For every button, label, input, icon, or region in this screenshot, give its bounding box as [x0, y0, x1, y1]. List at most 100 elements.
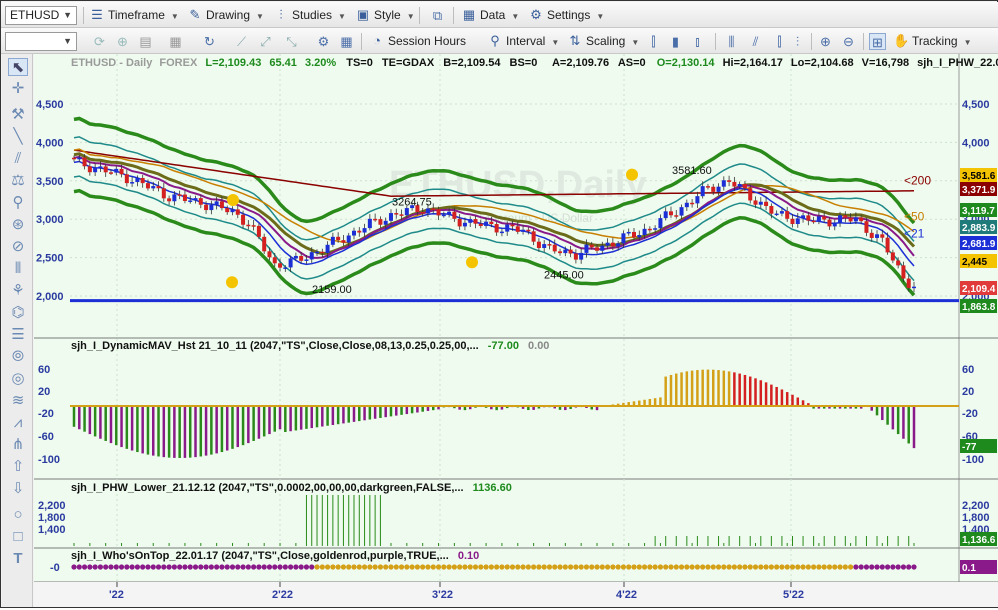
chart-canvas[interactable]: ETHUSD,Daily Ethereum - US Dollar 3264.7…	[34, 54, 998, 607]
horizontal-lines-icon[interactable]: ☰	[8, 326, 28, 344]
drawing-menu[interactable]: ✎ Drawing ▼	[187, 5, 264, 25]
whos-on-top-dot	[108, 564, 114, 570]
wrench-icon[interactable]: ⚒	[8, 106, 28, 124]
layout-icon[interactable]: ⧉	[429, 7, 446, 24]
chevron-down-icon: ▼	[63, 10, 72, 20]
pitchfork-icon[interactable]: ⋔	[8, 436, 28, 454]
candle-body	[151, 186, 156, 189]
cycle-icon[interactable]: ⦾	[8, 348, 28, 366]
candle-chart-icon[interactable]: ▮	[667, 33, 684, 50]
settings-menu[interactable]: ⚙ Settings ▼	[528, 5, 604, 25]
chevron-down-icon: ▼	[511, 12, 520, 21]
whos-on-top-dot	[229, 564, 236, 570]
calendar-icon[interactable]: ▦	[167, 33, 184, 50]
arrow-up-icon[interactable]: ⇧	[8, 458, 28, 476]
regression-icon[interactable]: ⩘	[8, 414, 28, 432]
channel-icon[interactable]: ⫽	[8, 150, 28, 168]
gear-icon: ⚙	[530, 7, 542, 22]
table-icon[interactable]: ▦	[338, 33, 355, 50]
ohlc-icon[interactable]: ⫾	[689, 33, 706, 50]
text-tool-icon[interactable]: T	[8, 550, 28, 568]
price-annotation: 2159.00	[312, 284, 352, 296]
candle-body	[77, 157, 82, 160]
pane1-axis-right: -20	[962, 408, 978, 420]
whos-on-top-dot	[113, 564, 119, 570]
whos-on-top-dot	[81, 564, 88, 570]
whos-on-top-dot	[768, 564, 774, 570]
zoom-in-icon[interactable]: ⊕	[817, 33, 834, 50]
whos-on-top-dot	[879, 564, 885, 570]
bar-chart-icon[interactable]: ⫿	[645, 33, 662, 50]
studies-label: Studies	[292, 8, 333, 22]
candle-body	[431, 208, 436, 210]
whos-on-top-dot	[208, 564, 214, 570]
arrow-down-icon[interactable]: ⇩	[8, 480, 28, 498]
rectangle-icon[interactable]: □	[8, 528, 28, 546]
candle-body	[822, 216, 827, 220]
whos-on-top-dot	[240, 564, 246, 570]
channel-icon[interactable]: ⤡	[283, 33, 300, 50]
trend-icon[interactable]: ⤢	[257, 33, 274, 50]
price-badge-label: 3,119.7	[962, 206, 995, 217]
crosshair-icon[interactable]: ✛	[8, 80, 28, 98]
chart-area[interactable]: ETHUSD,Daily Ethereum - US Dollar 3264.7…	[34, 54, 998, 607]
hollow-candle-icon[interactable]: ⫼	[723, 33, 740, 50]
candle-volume-icon[interactable]: ⫽	[747, 33, 764, 50]
data-menu[interactable]: ▦ Data ▼	[461, 5, 519, 25]
spiral-icon[interactable]: ⌬	[8, 304, 28, 322]
whos-on-top-dot	[245, 564, 251, 570]
interval-button[interactable]: ⚲ Interval ▼	[487, 31, 559, 51]
chart-toolbar: ▼ ⟳ ⊕ ▤ ▦ ↻ ⟋ ⤢ ⤡ ⚙ ▦ ◔ Session Hours ⚲ In…	[1, 28, 998, 54]
line-chart-icon[interactable]: ⫿	[771, 33, 788, 50]
crosshair-icon[interactable]: ⊞	[869, 33, 886, 50]
whos-on-top-dot	[335, 564, 341, 570]
candle-body	[737, 183, 742, 187]
zoom-out-icon[interactable]: ⊖	[840, 33, 857, 50]
price-axis-label-left: 4,500	[36, 99, 64, 111]
candle-body	[552, 244, 557, 252]
gear-icon[interactable]: ⚙	[315, 33, 332, 50]
price-annotation: 3581.60	[672, 165, 712, 177]
arc-icon[interactable]: ◎	[8, 370, 28, 388]
grid-icon[interactable]: ▤	[137, 33, 154, 50]
dot-chart-icon[interactable]: ⫶	[789, 33, 806, 50]
ray-icon[interactable]: ⊘	[8, 238, 28, 256]
chevron-down-icon: ▼	[256, 12, 264, 21]
whos-on-top-dot	[92, 564, 98, 570]
fan-icon[interactable]: ⚲	[8, 194, 28, 212]
chart-input-field[interactable]: ▼	[5, 32, 77, 51]
refresh-icon[interactable]: ↻	[201, 33, 218, 50]
ellipse-icon[interactable]: ○	[8, 506, 28, 524]
cursor-icon[interactable]: ⊕	[114, 33, 131, 50]
wave-icon[interactable]: ≋	[8, 392, 28, 410]
candle-body	[859, 217, 864, 222]
whos-on-top-dot	[150, 564, 156, 570]
tracking-button[interactable]: ✋ Tracking ▼	[893, 31, 972, 51]
vertical-lines-icon[interactable]: ⫴	[8, 260, 28, 278]
pointer-icon[interactable]: ⬉	[8, 58, 28, 76]
timeframe-menu[interactable]: ☰ Timeframe ▼	[89, 5, 179, 25]
candle-body	[209, 204, 214, 211]
candle-body	[758, 201, 763, 205]
whos-on-top-dot	[409, 564, 415, 570]
price-badge-label: 2,681.9	[962, 239, 996, 250]
draw-line-icon[interactable]: ⟋	[233, 33, 250, 50]
candle-body	[399, 214, 404, 216]
sync-icon[interactable]: ⟳	[91, 33, 108, 50]
session-hours-button[interactable]: ◔ Session Hours	[369, 31, 466, 51]
fib-circle-icon[interactable]: ⊛	[8, 216, 28, 234]
style-menu[interactable]: ▣ Style ▼	[355, 5, 415, 25]
whos-on-top-dot	[731, 564, 737, 570]
whos-on-top-dot	[393, 564, 399, 570]
candle-body	[542, 244, 547, 248]
fibonacci-icon[interactable]: ⚖	[8, 172, 28, 190]
date-axis-label: 5'22	[783, 589, 804, 601]
gann-icon[interactable]: ⚘	[8, 282, 28, 300]
symbol-selector[interactable]: ETHUSD ▼	[5, 6, 77, 25]
scaling-button[interactable]: ⇅ Scaling ▼	[567, 31, 640, 51]
pivot-marker	[226, 276, 238, 289]
whos-on-top-dot	[277, 564, 283, 570]
studies-menu[interactable]: ⫶ Studies ▼	[273, 5, 346, 25]
whos-on-top-dot	[457, 564, 463, 570]
trendline-icon[interactable]: ╲	[8, 128, 28, 146]
